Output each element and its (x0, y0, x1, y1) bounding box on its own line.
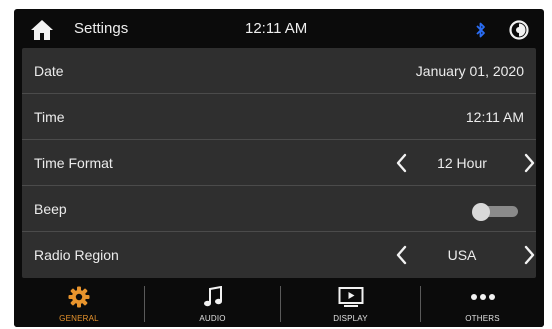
nav-tab-display[interactable]: DISPLAY (281, 278, 420, 327)
status-bar: Settings 12:11 AM (14, 9, 544, 49)
radio-region-label: Radio Region (34, 247, 119, 263)
beep-toggle[interactable] (472, 203, 520, 221)
setting-row-beep: Beep (22, 186, 536, 232)
home-icon[interactable] (30, 19, 54, 41)
beep-label: Beep (34, 201, 67, 217)
bluetooth-icon (476, 22, 485, 38)
nav-label-others: OTHERS (465, 314, 500, 323)
time-format-value: 12 Hour (437, 155, 487, 171)
nav-tab-others[interactable]: OTHERS (421, 278, 544, 327)
radio-region-next-arrow-icon[interactable] (519, 244, 539, 266)
gear-icon (68, 286, 90, 308)
bottom-nav: GENERAL AUDIO DISPLAY OTHERS (14, 278, 544, 327)
music-note-icon (203, 286, 222, 307)
date-value: January 01, 2020 (415, 63, 524, 79)
setting-row-time[interactable]: Time 12:11 AM (22, 94, 536, 140)
nav-label-audio: AUDIO (199, 314, 226, 323)
display-icon (338, 287, 363, 307)
brightness-icon[interactable] (508, 19, 530, 41)
settings-list: Date January 01, 2020 Time 12:11 AM Time… (22, 48, 536, 278)
time-label: Time (34, 109, 65, 125)
nav-label-display: DISPLAY (333, 314, 368, 323)
status-clock: 12:11 AM (245, 20, 308, 37)
time-format-prev-arrow-icon[interactable] (392, 152, 412, 174)
date-label: Date (34, 63, 64, 79)
settings-screen: Settings 12:11 AM Date January 01, 2020 … (14, 9, 544, 327)
setting-row-time-format: Time Format 12 Hour (22, 140, 536, 186)
time-format-next-arrow-icon[interactable] (519, 152, 539, 174)
more-dots-icon (470, 294, 495, 300)
setting-row-radio-region: Radio Region USA (22, 232, 536, 278)
time-value: 12:11 AM (465, 109, 524, 125)
radio-region-value: USA (447, 247, 477, 263)
setting-row-date[interactable]: Date January 01, 2020 (22, 48, 536, 94)
nav-label-general: GENERAL (59, 314, 99, 323)
radio-region-prev-arrow-icon[interactable] (392, 244, 412, 266)
beep-toggle-knob (472, 203, 490, 221)
time-format-label: Time Format (34, 155, 113, 171)
nav-tab-general[interactable]: GENERAL (14, 278, 144, 327)
page-title: Settings (74, 20, 129, 37)
nav-tab-audio[interactable]: AUDIO (145, 278, 280, 327)
